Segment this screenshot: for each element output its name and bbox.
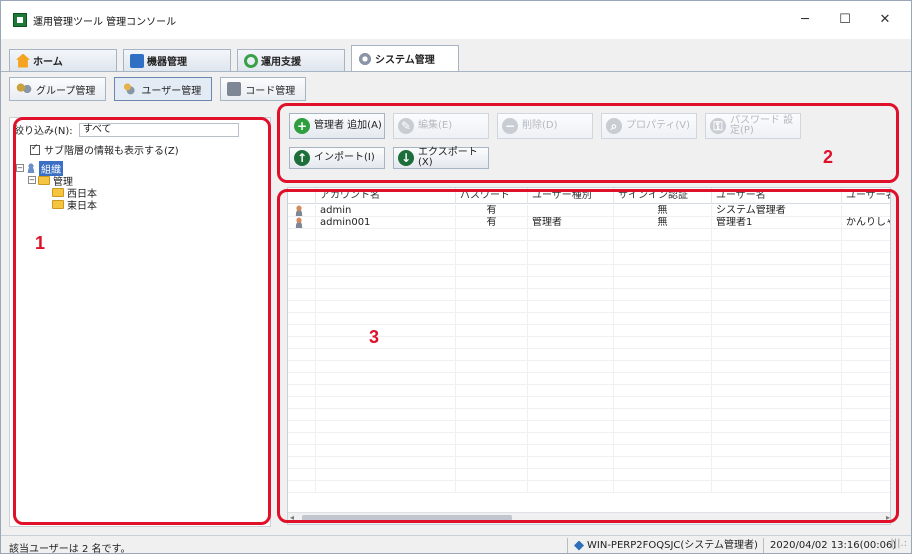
annotation-number-3: 3: [369, 327, 380, 347]
tab-label: ホーム: [33, 57, 63, 68]
subtab-code-management[interactable]: コード管理: [220, 77, 307, 101]
window-controls: ─ ☐ ✕: [785, 11, 905, 29]
group-icon: [16, 82, 32, 96]
tab-label: 機器管理: [147, 57, 187, 68]
tab-label: 運用支援: [261, 57, 301, 68]
subtab-group-management[interactable]: グループ管理: [9, 77, 107, 101]
user-icon: [121, 82, 138, 96]
app-icon: [13, 13, 27, 27]
network-icon: [574, 540, 584, 551]
server-status: WIN-PERP2FOQSJC(システム管理者): [567, 538, 758, 553]
status-bar: 該当ユーザーは 2 名です。 WIN-PERP2FOQSJC(システム管理者) …: [1, 535, 911, 554]
sub-tabs: グループ管理 ユーザー管理 コード管理: [9, 77, 314, 101]
annotation-box-table: [277, 189, 899, 523]
tab-label: システム管理: [375, 55, 435, 66]
tab-system-management[interactable]: システム管理: [351, 45, 459, 71]
tab-divider: [1, 71, 911, 72]
server-name: WIN-PERP2FOQSJC(システム管理者): [587, 540, 758, 551]
user-count-status: 該当ユーザーは 2 名です。: [9, 544, 131, 554]
tab-operation-support[interactable]: 運用支援: [237, 49, 345, 71]
app-window: 運用管理ツール 管理コンソール ─ ☐ ✕ ホーム 機器管理 運用支援 システム…: [0, 0, 912, 554]
monitor-icon: [130, 53, 144, 68]
annotation-number-2: 2: [823, 147, 834, 167]
title-bar: 運用管理ツール 管理コンソール ─ ☐ ✕: [1, 1, 911, 39]
subtab-label: ユーザー管理: [141, 85, 202, 97]
code-icon: [227, 82, 242, 96]
subtab-label: コード管理: [245, 85, 296, 97]
home-icon: [16, 53, 30, 68]
maximize-button[interactable]: ☐: [825, 11, 865, 29]
minimize-button[interactable]: ─: [785, 11, 825, 29]
tab-device-management[interactable]: 機器管理: [123, 49, 231, 71]
annotation-box-toolbar: [277, 103, 899, 183]
annotation-number-1: 1: [35, 233, 46, 253]
annotation-box-left: [13, 117, 271, 525]
window-title: 運用管理ツール 管理コンソール: [33, 16, 177, 28]
subtab-label: グループ管理: [36, 85, 96, 97]
gears-icon: [358, 51, 372, 66]
datetime-status: 2020/04/02 13:16(00:06): [763, 538, 896, 553]
close-button[interactable]: ✕: [865, 11, 905, 29]
tab-home[interactable]: ホーム: [9, 49, 117, 71]
main-tabs: ホーム 機器管理 運用支援 システム管理: [9, 45, 465, 71]
resize-grip-icon[interactable]: |||.:: [890, 538, 907, 549]
subtab-user-management[interactable]: ユーザー管理: [114, 77, 213, 101]
cycle-icon: [244, 53, 258, 68]
